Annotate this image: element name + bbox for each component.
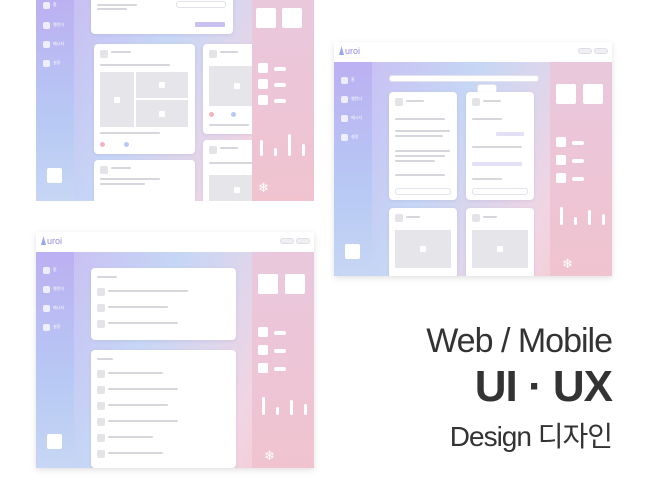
home-icon xyxy=(43,267,50,274)
avatar[interactable] xyxy=(47,168,62,183)
top-bar: uroi xyxy=(36,232,314,252)
logo-mark xyxy=(41,236,46,245)
chat-card xyxy=(466,92,534,200)
sidebar-item-home[interactable]: 홈 xyxy=(43,2,69,10)
headline-design: Design 디자인 xyxy=(449,421,613,452)
sidebar-item-message[interactable]: 메시지 xyxy=(43,41,69,49)
settings-icon xyxy=(43,60,50,67)
header-button[interactable] xyxy=(296,238,310,244)
message-input[interactable] xyxy=(472,188,528,195)
logo-mark xyxy=(339,46,344,55)
header-button[interactable] xyxy=(578,48,592,54)
header-button[interactable] xyxy=(280,238,294,244)
calendar-icon xyxy=(341,96,348,103)
message-icon xyxy=(341,115,348,122)
message-icon xyxy=(43,305,50,312)
avatar[interactable] xyxy=(345,244,360,259)
snowflake-icon: ❄ xyxy=(264,448,275,463)
image-placeholder-icon xyxy=(395,230,451,268)
sidebar: 홈 캘린더 메시지 설정 xyxy=(36,252,74,468)
logo: uroi xyxy=(41,236,62,246)
search-input[interactable] xyxy=(389,75,539,82)
filter-select[interactable] xyxy=(176,1,226,8)
sidebar: 홈 캘린더 메시지 설정 xyxy=(36,0,74,201)
headline-ui-ux: UI · UX xyxy=(474,362,613,411)
dashboard-mockup-chat: uroi 홈 캘린더 메시지 설정 ❄ xyxy=(334,42,612,276)
dashboard-mockup-list: uroi 홈 캘린더 메시지 설정 ❄ xyxy=(36,232,314,468)
message-input[interactable] xyxy=(395,188,451,195)
settings-icon xyxy=(341,134,348,141)
home-icon xyxy=(43,2,50,9)
activity-list-card xyxy=(91,350,236,468)
calendar-icon xyxy=(43,22,50,29)
sidebar-item-home[interactable]: 홈 xyxy=(341,77,367,85)
chat-card xyxy=(389,92,457,200)
notice-list-card xyxy=(91,268,236,340)
right-panel: ❄ xyxy=(550,62,612,276)
calendar-icon xyxy=(43,286,50,293)
photo-card xyxy=(466,208,534,276)
photo-card xyxy=(389,208,457,276)
sidebar-item-message[interactable]: 메시지 xyxy=(43,305,69,313)
sidebar-item-settings[interactable]: 설정 xyxy=(43,324,69,332)
image-placeholder-icon xyxy=(472,230,528,268)
logo: uroi xyxy=(339,46,360,56)
sidebar-item-calendar[interactable]: 캘린더 xyxy=(43,286,69,294)
settings-icon xyxy=(43,324,50,331)
sidebar: 홈 캘린더 메시지 설정 xyxy=(334,62,372,276)
sidebar-item-calendar[interactable]: 캘린더 xyxy=(43,22,69,30)
post-card xyxy=(94,44,195,154)
sidebar-item-settings[interactable]: 설정 xyxy=(341,134,367,142)
sidebar-item-settings[interactable]: 설정 xyxy=(43,60,69,68)
header-button[interactable] xyxy=(594,48,608,54)
message-icon xyxy=(43,41,50,48)
post-card xyxy=(94,160,195,201)
sidebar-item-calendar[interactable]: 캘린더 xyxy=(341,96,367,104)
home-icon xyxy=(341,77,348,84)
snowflake-icon: ❄ xyxy=(258,180,269,195)
sidebar-item-message[interactable]: 메시지 xyxy=(341,115,367,123)
headline-web-mobile: Web / Mobile xyxy=(426,322,613,360)
right-panel: ❄ xyxy=(252,252,314,468)
top-bar: uroi xyxy=(334,42,612,62)
right-panel: ❄ xyxy=(252,0,314,201)
sidebar-item-home[interactable]: 홈 xyxy=(43,267,69,275)
dashboard-mockup-feed: 홈 캘린더 메시지 설정 ❄ xyxy=(36,0,314,201)
snowflake-icon: ❄ xyxy=(562,256,573,271)
avatar[interactable] xyxy=(47,434,62,449)
